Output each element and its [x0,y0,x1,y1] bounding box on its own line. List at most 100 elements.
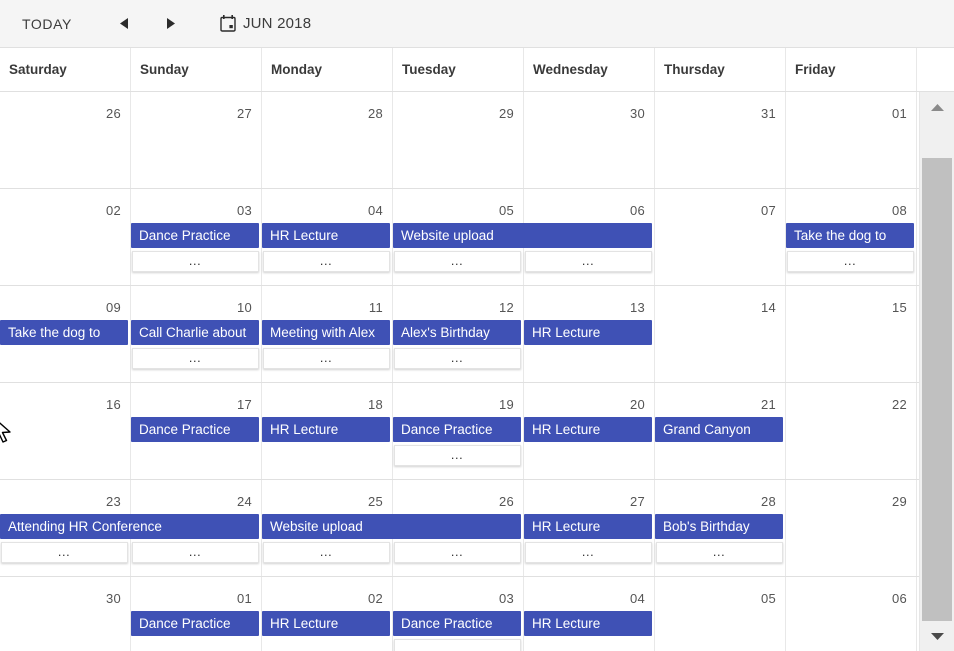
show-more-events-button[interactable]: … [394,639,521,651]
vertical-scrollbar[interactable] [919,92,954,651]
day-cell[interactable]: 07 [655,189,786,285]
day-number[interactable]: 06 [630,203,645,218]
day-number[interactable]: 13 [630,300,645,315]
calendar-event[interactable]: HR Lecture [524,320,652,345]
day-number[interactable]: 11 [369,300,383,315]
show-more-events-button[interactable]: … [1,542,128,563]
show-more-events-button[interactable]: … [263,348,390,369]
day-cell[interactable]: 29 [786,480,917,576]
show-more-events-button[interactable]: … [525,251,652,272]
show-more-events-button[interactable]: … [263,542,390,563]
show-more-events-button[interactable]: … [656,542,783,563]
show-more-events-button[interactable]: … [394,542,521,563]
show-more-events-button[interactable]: … [263,251,390,272]
day-cell[interactable]: 16 [0,383,131,479]
day-number[interactable]: 17 [237,397,252,412]
day-number[interactable]: 07 [761,203,776,218]
day-number[interactable]: 09 [106,300,121,315]
calendar-event[interactable]: Meeting with Alex [262,320,390,345]
show-more-events-button[interactable]: … [132,542,259,563]
calendar-event[interactable]: HR Lecture [524,417,652,442]
day-number[interactable]: 08 [892,203,907,218]
calendar-event[interactable]: Dance Practice [393,417,521,442]
day-number[interactable]: 26 [106,106,121,121]
day-number[interactable]: 03 [237,203,252,218]
day-number[interactable]: 26 [499,494,514,509]
day-cell[interactable]: 06 [786,577,917,651]
calendar-event[interactable]: Grand Canyon [655,417,783,442]
day-cell[interactable]: 14 [655,286,786,382]
show-more-events-button[interactable]: … [132,251,259,272]
day-number[interactable]: 16 [106,397,121,412]
calendar-event[interactable]: Website upload [262,514,521,539]
day-cell[interactable]: 30 [524,92,655,188]
day-number[interactable]: 25 [368,494,383,509]
day-number[interactable]: 31 [761,106,776,121]
calendar-event[interactable]: Dance Practice [131,417,259,442]
show-more-events-button[interactable]: … [394,251,521,272]
calendar-event[interactable]: Take the dog to [786,223,914,248]
day-cell[interactable]: 26 [0,92,131,188]
day-number[interactable]: 18 [368,397,383,412]
calendar-event[interactable]: Dance Practice [393,611,521,636]
day-cell[interactable]: 30 [0,577,131,651]
previous-period-button[interactable] [106,9,144,39]
calendar-event[interactable]: HR Lecture [524,514,652,539]
calendar-event[interactable]: Dance Practice [131,223,259,248]
day-number[interactable]: 28 [368,106,383,121]
day-number[interactable]: 01 [892,106,907,121]
day-number[interactable]: 27 [237,106,252,121]
calendar-event[interactable]: HR Lecture [262,223,390,248]
day-number[interactable]: 02 [368,591,383,606]
scrollbar-track[interactable] [920,122,954,651]
day-number[interactable]: 19 [499,397,514,412]
day-number[interactable]: 24 [237,494,252,509]
day-number[interactable]: 12 [499,300,514,315]
calendar-event[interactable]: Website upload [393,223,652,248]
day-number[interactable]: 15 [892,300,907,315]
day-number[interactable]: 21 [761,397,776,412]
day-number[interactable]: 01 [237,591,252,606]
day-cell[interactable]: 15 [786,286,917,382]
day-number[interactable]: 27 [630,494,645,509]
day-number[interactable]: 04 [630,591,645,606]
calendar-event[interactable]: Dance Practice [131,611,259,636]
day-number[interactable]: 29 [892,494,907,509]
calendar-event[interactable]: Alex's Birthday [393,320,521,345]
day-cell[interactable]: 01 [786,92,917,188]
calendar-event[interactable]: Bob's Birthday [655,514,783,539]
day-number[interactable]: 23 [106,494,121,509]
day-number[interactable]: 05 [761,591,776,606]
calendar-event[interactable]: Call Charlie about [131,320,259,345]
period-picker[interactable]: JUN 2018 [220,15,311,32]
calendar-event[interactable]: HR Lecture [262,417,390,442]
scrollbar-thumb[interactable] [922,158,952,651]
day-cell[interactable]: 27 [131,92,262,188]
next-period-button[interactable] [152,9,190,39]
day-number[interactable]: 22 [892,397,907,412]
calendar-event[interactable]: HR Lecture [524,611,652,636]
calendar-event[interactable]: HR Lecture [262,611,390,636]
show-more-events-button[interactable]: … [525,542,652,563]
day-number[interactable]: 14 [761,300,776,315]
day-cell[interactable]: 02 [0,189,131,285]
day-cell[interactable]: 29 [393,92,524,188]
day-number[interactable]: 20 [630,397,645,412]
day-number[interactable]: 29 [499,106,514,121]
scroll-down-button[interactable] [920,621,954,651]
day-number[interactable]: 03 [499,591,514,606]
scroll-up-button[interactable] [920,92,954,122]
day-number[interactable]: 02 [106,203,121,218]
show-more-events-button[interactable]: … [394,445,521,466]
today-button[interactable]: TODAY [16,12,78,36]
calendar-event[interactable]: Attending HR Conference [0,514,259,539]
show-more-events-button[interactable]: … [787,251,914,272]
show-more-events-button[interactable]: … [394,348,521,369]
day-cell[interactable]: 05 [655,577,786,651]
day-number[interactable]: 30 [630,106,645,121]
day-cell[interactable]: 31 [655,92,786,188]
day-number[interactable]: 06 [892,591,907,606]
day-number[interactable]: 28 [761,494,776,509]
day-cell[interactable]: 22 [786,383,917,479]
day-number[interactable]: 05 [499,203,514,218]
